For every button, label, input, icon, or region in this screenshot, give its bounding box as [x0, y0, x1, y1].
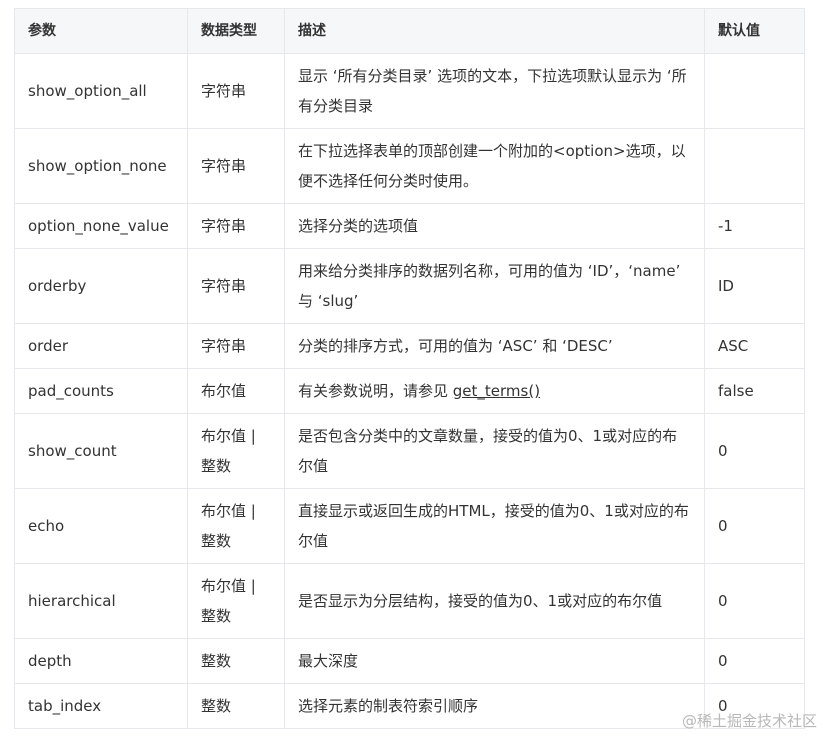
- desc-text: 有关参数说明，请参见: [298, 382, 453, 400]
- table-row: hierarchical 布尔值 | 整数 是否显示为分层结构，接受的值为0、1…: [14, 563, 805, 639]
- cell-desc: 在下拉选择表单的顶部创建一个附加的<option>选项，以便不选择任何分类时使用…: [284, 128, 705, 204]
- cell-param: show_count: [14, 413, 188, 489]
- table-row: echo 布尔值 | 整数 直接显示或返回生成的HTML，接受的值为0、1或对应…: [14, 488, 805, 564]
- cell-desc: 最大深度: [284, 638, 705, 684]
- cell-default: 0: [704, 413, 805, 489]
- table-row: depth 整数 最大深度 0: [14, 638, 805, 684]
- table-row: option_none_value 字符串 选择分类的选项值 -1: [14, 203, 805, 249]
- parameters-table-container: 参数 数据类型 描述 默认值 show_option_all 字符串 显示 ‘所…: [14, 8, 805, 729]
- header-param: 参数: [14, 8, 188, 54]
- cell-default: -1: [704, 203, 805, 249]
- cell-desc: 用来给分类排序的数据列名称，可用的值为 ‘ID’，‘name’ 与 ‘slug’: [284, 248, 705, 324]
- header-default: 默认值: [704, 8, 805, 54]
- cell-default: 0: [704, 488, 805, 564]
- table-row: orderby 字符串 用来给分类排序的数据列名称，可用的值为 ‘ID’，‘na…: [14, 248, 805, 324]
- cell-desc: 有关参数说明，请参见 get_terms(): [284, 368, 705, 414]
- cell-param: option_none_value: [14, 203, 188, 249]
- cell-desc: 直接显示或返回生成的HTML，接受的值为0、1或对应的布尔值: [284, 488, 705, 564]
- cell-default: ID: [704, 248, 805, 324]
- cell-param: show_option_none: [14, 128, 188, 204]
- table-row: show_option_none 字符串 在下拉选择表单的顶部创建一个附加的<o…: [14, 128, 805, 204]
- cell-type: 字符串: [187, 248, 285, 324]
- cell-type: 布尔值 | 整数: [187, 413, 285, 489]
- get-terms-link[interactable]: get_terms(): [453, 382, 540, 400]
- cell-type: 布尔值 | 整数: [187, 488, 285, 564]
- cell-type: 字符串: [187, 53, 285, 129]
- cell-default: ASC: [704, 323, 805, 369]
- cell-param: show_option_all: [14, 53, 188, 129]
- cell-desc: 选择分类的选项值: [284, 203, 705, 249]
- table-row: show_count 布尔值 | 整数 是否包含分类中的文章数量，接受的值为0、…: [14, 413, 805, 489]
- cell-param: hierarchical: [14, 563, 188, 639]
- cell-type: 整数: [187, 683, 285, 729]
- cell-param: pad_counts: [14, 368, 188, 414]
- cell-desc: 选择元素的制表符索引顺序: [284, 683, 705, 729]
- table-row: order 字符串 分类的排序方式，可用的值为 ‘ASC’ 和 ‘DESC’ A…: [14, 323, 805, 369]
- cell-type: 布尔值: [187, 368, 285, 414]
- cell-desc: 显示 ‘所有分类目录’ 选项的文本，下拉选项默认显示为 ‘所有分类目录: [284, 53, 705, 129]
- cell-type: 布尔值 | 整数: [187, 563, 285, 639]
- cell-param: orderby: [14, 248, 188, 324]
- cell-desc: 是否包含分类中的文章数量，接受的值为0、1或对应的布尔值: [284, 413, 705, 489]
- cell-desc: 分类的排序方式，可用的值为 ‘ASC’ 和 ‘DESC’: [284, 323, 705, 369]
- cell-type: 字符串: [187, 323, 285, 369]
- cell-default: false: [704, 368, 805, 414]
- cell-param: depth: [14, 638, 188, 684]
- cell-param: tab_index: [14, 683, 188, 729]
- cell-type: 整数: [187, 638, 285, 684]
- cell-type: 字符串: [187, 128, 285, 204]
- cell-default: 0: [704, 563, 805, 639]
- cell-desc: 是否显示为分层结构，接受的值为0、1或对应的布尔值: [284, 563, 705, 639]
- cell-type: 字符串: [187, 203, 285, 249]
- parameters-table: 参数 数据类型 描述 默认值 show_option_all 字符串 显示 ‘所…: [14, 8, 805, 729]
- table-header-row: 参数 数据类型 描述 默认值: [14, 8, 805, 54]
- table-row: show_option_all 字符串 显示 ‘所有分类目录’ 选项的文本，下拉…: [14, 53, 805, 129]
- cell-param: order: [14, 323, 188, 369]
- cell-default: 0: [704, 638, 805, 684]
- cell-default: [704, 128, 805, 204]
- cell-param: echo: [14, 488, 188, 564]
- header-desc: 描述: [284, 8, 705, 54]
- cell-default: [704, 53, 805, 129]
- table-row: pad_counts 布尔值 有关参数说明，请参见 get_terms() fa…: [14, 368, 805, 414]
- header-type: 数据类型: [187, 8, 285, 54]
- watermark-text: @稀土掘金技术社区: [681, 712, 817, 730]
